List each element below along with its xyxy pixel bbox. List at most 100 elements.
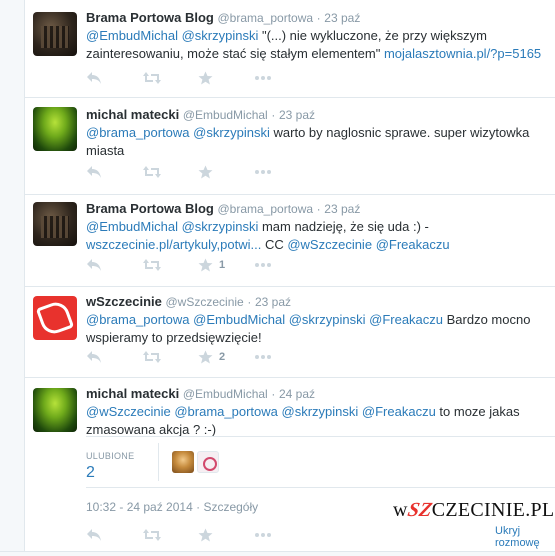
reply-action[interactable]	[86, 258, 142, 272]
avatar[interactable]	[33, 12, 77, 56]
author-handle[interactable]: @brama_portowa	[217, 202, 313, 216]
tweet-timestamp[interactable]: 23 paź	[324, 202, 360, 216]
retweet-icon[interactable]	[142, 165, 162, 179]
favorites-count[interactable]: 2	[86, 464, 95, 482]
author-handle[interactable]: @EmbudMichal	[183, 108, 268, 122]
reply-action[interactable]	[86, 350, 142, 364]
mention-link[interactable]: @skrzypinski	[282, 404, 359, 419]
reply-action[interactable]	[86, 165, 142, 179]
retweet-action[interactable]	[142, 528, 198, 542]
more-action[interactable]	[254, 354, 310, 360]
bottom-border	[0, 551, 555, 556]
retweet-action[interactable]	[142, 350, 198, 364]
reply-icon[interactable]	[86, 350, 102, 364]
retweet-icon[interactable]	[142, 71, 162, 85]
more-action[interactable]	[254, 169, 310, 175]
separator: ·	[271, 108, 276, 122]
tweet-timestamp[interactable]: 24 paź	[279, 387, 315, 401]
more-icon[interactable]	[254, 532, 272, 538]
favorite-action[interactable]: 1	[198, 258, 254, 272]
author-handle[interactable]: @wSzczecinie	[166, 295, 244, 309]
tweet[interactable]: Brama Portowa Blog @brama_portowa · 23 p…	[24, 0, 555, 98]
more-icon[interactable]	[254, 354, 272, 360]
retweet-icon[interactable]	[142, 350, 162, 364]
author-name[interactable]: michal matecki	[86, 386, 179, 401]
mention-link[interactable]: @EmbudMichal	[86, 219, 178, 234]
reply-icon[interactable]	[86, 165, 102, 179]
retweet-action[interactable]	[142, 258, 198, 272]
tweet-timestamp[interactable]: 23 paź	[255, 295, 291, 309]
full-timestamp: 10:32 - 24 paź 2014	[86, 500, 193, 514]
more-action[interactable]	[254, 262, 310, 268]
mention-link[interactable]: @brama_portowa	[174, 404, 278, 419]
reply-action[interactable]	[86, 528, 142, 542]
mention-link[interactable]: @Freakaczu	[369, 312, 443, 327]
avatar[interactable]	[33, 107, 77, 151]
avatar[interactable]	[33, 388, 77, 432]
author-name[interactable]: Brama Portowa Blog	[86, 201, 214, 216]
tweet[interactable]: wSzczecinie @wSzczecinie · 23 paź @brama…	[24, 286, 555, 378]
mention-link[interactable]: @Freakaczu	[376, 237, 450, 252]
tweet-timestamp[interactable]: 23 paź	[324, 11, 360, 25]
author-name[interactable]: michal matecki	[86, 107, 179, 122]
mention-link[interactable]: @brama_portowa	[86, 125, 190, 140]
tweet-timestamp[interactable]: 23 paź	[279, 108, 315, 122]
favorite-action[interactable]: 2	[198, 350, 254, 364]
star-icon[interactable]	[198, 165, 213, 179]
author-handle[interactable]: @brama_portowa	[217, 11, 313, 25]
favoriter-avatar[interactable]	[172, 451, 194, 473]
favorite-action[interactable]	[198, 71, 254, 85]
tweet-text: @wSzczecinie @brama_portowa @skrzypinski…	[86, 403, 547, 439]
author-name[interactable]: wSzczecinie	[86, 294, 162, 309]
details-link[interactable]: Szczegóły	[203, 500, 258, 514]
mention-link[interactable]: @skrzypinski	[182, 28, 259, 43]
mention-link[interactable]: @skrzypinski	[193, 125, 270, 140]
tweet-header: wSzczecinie @wSzczecinie · 23 paź	[86, 294, 547, 310]
separator: ·	[247, 295, 252, 309]
tweet-stats: ULUBIONE 2	[86, 436, 555, 488]
hide-conversation-link[interactable]: Ukryj rozmowę	[495, 525, 555, 549]
avatar[interactable]	[33, 202, 77, 246]
more-icon[interactable]	[254, 75, 272, 81]
left-rail	[0, 0, 25, 555]
retweet-icon[interactable]	[142, 258, 162, 272]
mention-link[interactable]: @wSzczecinie	[86, 404, 171, 419]
retweet-action[interactable]	[142, 165, 198, 179]
mention-link[interactable]: @skrzypinski	[182, 219, 259, 234]
url-link[interactable]: mojalasztownia.pl/?p=5165	[384, 46, 541, 61]
more-action[interactable]	[254, 75, 310, 81]
mention-link[interactable]: @EmbudMichal	[193, 312, 285, 327]
more-icon[interactable]	[254, 262, 272, 268]
reply-icon[interactable]	[86, 71, 102, 85]
tweet[interactable]: michal matecki @EmbudMichal · 23 paź @br…	[24, 97, 555, 195]
mention-link[interactable]: @wSzczecinie	[287, 237, 372, 252]
url-link[interactable]: wszczecinie.pl/artykuly,potwi...	[86, 237, 261, 252]
mention-link[interactable]: @brama_portowa	[86, 312, 190, 327]
retweet-action[interactable]	[142, 71, 198, 85]
star-icon[interactable]	[198, 528, 213, 542]
conversation-thread: Brama Portowa Blog @brama_portowa · 23 p…	[24, 0, 555, 555]
star-icon[interactable]	[198, 350, 213, 364]
favorite-action[interactable]	[198, 165, 254, 179]
reply-icon[interactable]	[86, 528, 102, 542]
mention-link[interactable]: @skrzypinski	[289, 312, 366, 327]
favoriter-avatar[interactable]	[197, 451, 219, 473]
mention-link[interactable]: @Freakaczu	[362, 404, 436, 419]
retweet-icon[interactable]	[142, 528, 162, 542]
star-icon[interactable]	[198, 71, 213, 85]
mention-link[interactable]: @EmbudMichal	[86, 28, 178, 43]
tweet-actions	[86, 70, 310, 86]
tweet-header: michal matecki @EmbudMichal · 24 paź	[86, 386, 547, 402]
reply-action[interactable]	[86, 71, 142, 85]
more-action[interactable]	[254, 532, 310, 538]
author-name[interactable]: Brama Portowa Blog	[86, 10, 214, 25]
favorite-action[interactable]	[198, 528, 254, 542]
author-handle[interactable]: @EmbudMichal	[183, 387, 268, 401]
tweet-header: Brama Portowa Blog @brama_portowa · 23 p…	[86, 201, 547, 217]
more-icon[interactable]	[254, 169, 272, 175]
avatar[interactable]	[33, 296, 77, 340]
favorites-label: ULUBIONE	[86, 451, 135, 461]
star-icon[interactable]	[198, 258, 213, 272]
reply-icon[interactable]	[86, 258, 102, 272]
tweet[interactable]: Brama Portowa Blog @brama_portowa · 23 p…	[24, 194, 555, 287]
